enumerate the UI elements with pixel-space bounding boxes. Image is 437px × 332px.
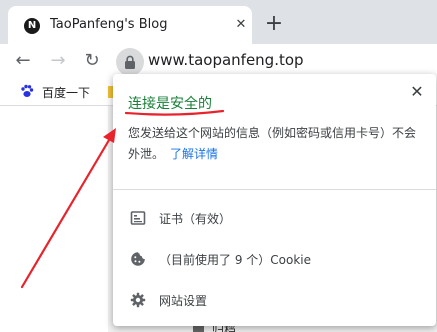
- certificate-row[interactable]: 证书（有效）: [113, 201, 436, 237]
- address-bar-url[interactable]: www.taopanfeng.top: [148, 51, 304, 69]
- toolbar: ← → ↻ www.taopanfeng.top: [0, 44, 437, 78]
- site-favicon-icon: N: [24, 18, 40, 34]
- lock-icon: [125, 55, 135, 69]
- bookmark-baidu[interactable]: 百度一下: [42, 84, 90, 101]
- baidu-paw-icon: [21, 84, 34, 97]
- cookie-label: （目前使用了 9 个）Cookie: [159, 253, 311, 267]
- certificate-label: 证书（有效）: [159, 212, 232, 226]
- popup-divider: [113, 189, 436, 190]
- cookie-icon: [131, 252, 145, 266]
- tab-strip: N TaoPanfeng's Blog ✕ +: [0, 0, 437, 44]
- tab-taopanfeng-blog[interactable]: N TaoPanfeng's Blog ✕: [8, 6, 252, 44]
- tab-close-icon[interactable]: ✕: [232, 16, 250, 34]
- popup-close-icon[interactable]: ✕: [407, 82, 427, 102]
- back-button[interactable]: ←: [11, 49, 35, 73]
- gear-icon: [130, 292, 146, 308]
- reload-button[interactable]: ↻: [80, 49, 104, 73]
- connection-description: 您发送给这个网站的信息（例如密码或信用卡号）不会外泄。 了解详情: [128, 123, 426, 165]
- learn-more-link[interactable]: 了解详情: [170, 147, 218, 161]
- connection-secure-title: 连接是安全的: [128, 96, 212, 112]
- tab-title: TaoPanfeng's Blog: [50, 17, 168, 32]
- forward-button[interactable]: →: [46, 49, 70, 73]
- site-info-popup: ✕ 连接是安全的 您发送给这个网站的信息（例如密码或信用卡号）不会外泄。 了解详情…: [113, 74, 436, 326]
- site-settings-row[interactable]: 网站设置: [113, 283, 436, 319]
- cookie-row[interactable]: （目前使用了 9 个）Cookie: [113, 242, 436, 278]
- site-info-button[interactable]: [116, 48, 144, 76]
- page-left-area: [0, 106, 118, 332]
- new-tab-button[interactable]: +: [262, 12, 286, 36]
- certificate-icon: [130, 211, 146, 225]
- site-settings-label: 网站设置: [159, 294, 208, 308]
